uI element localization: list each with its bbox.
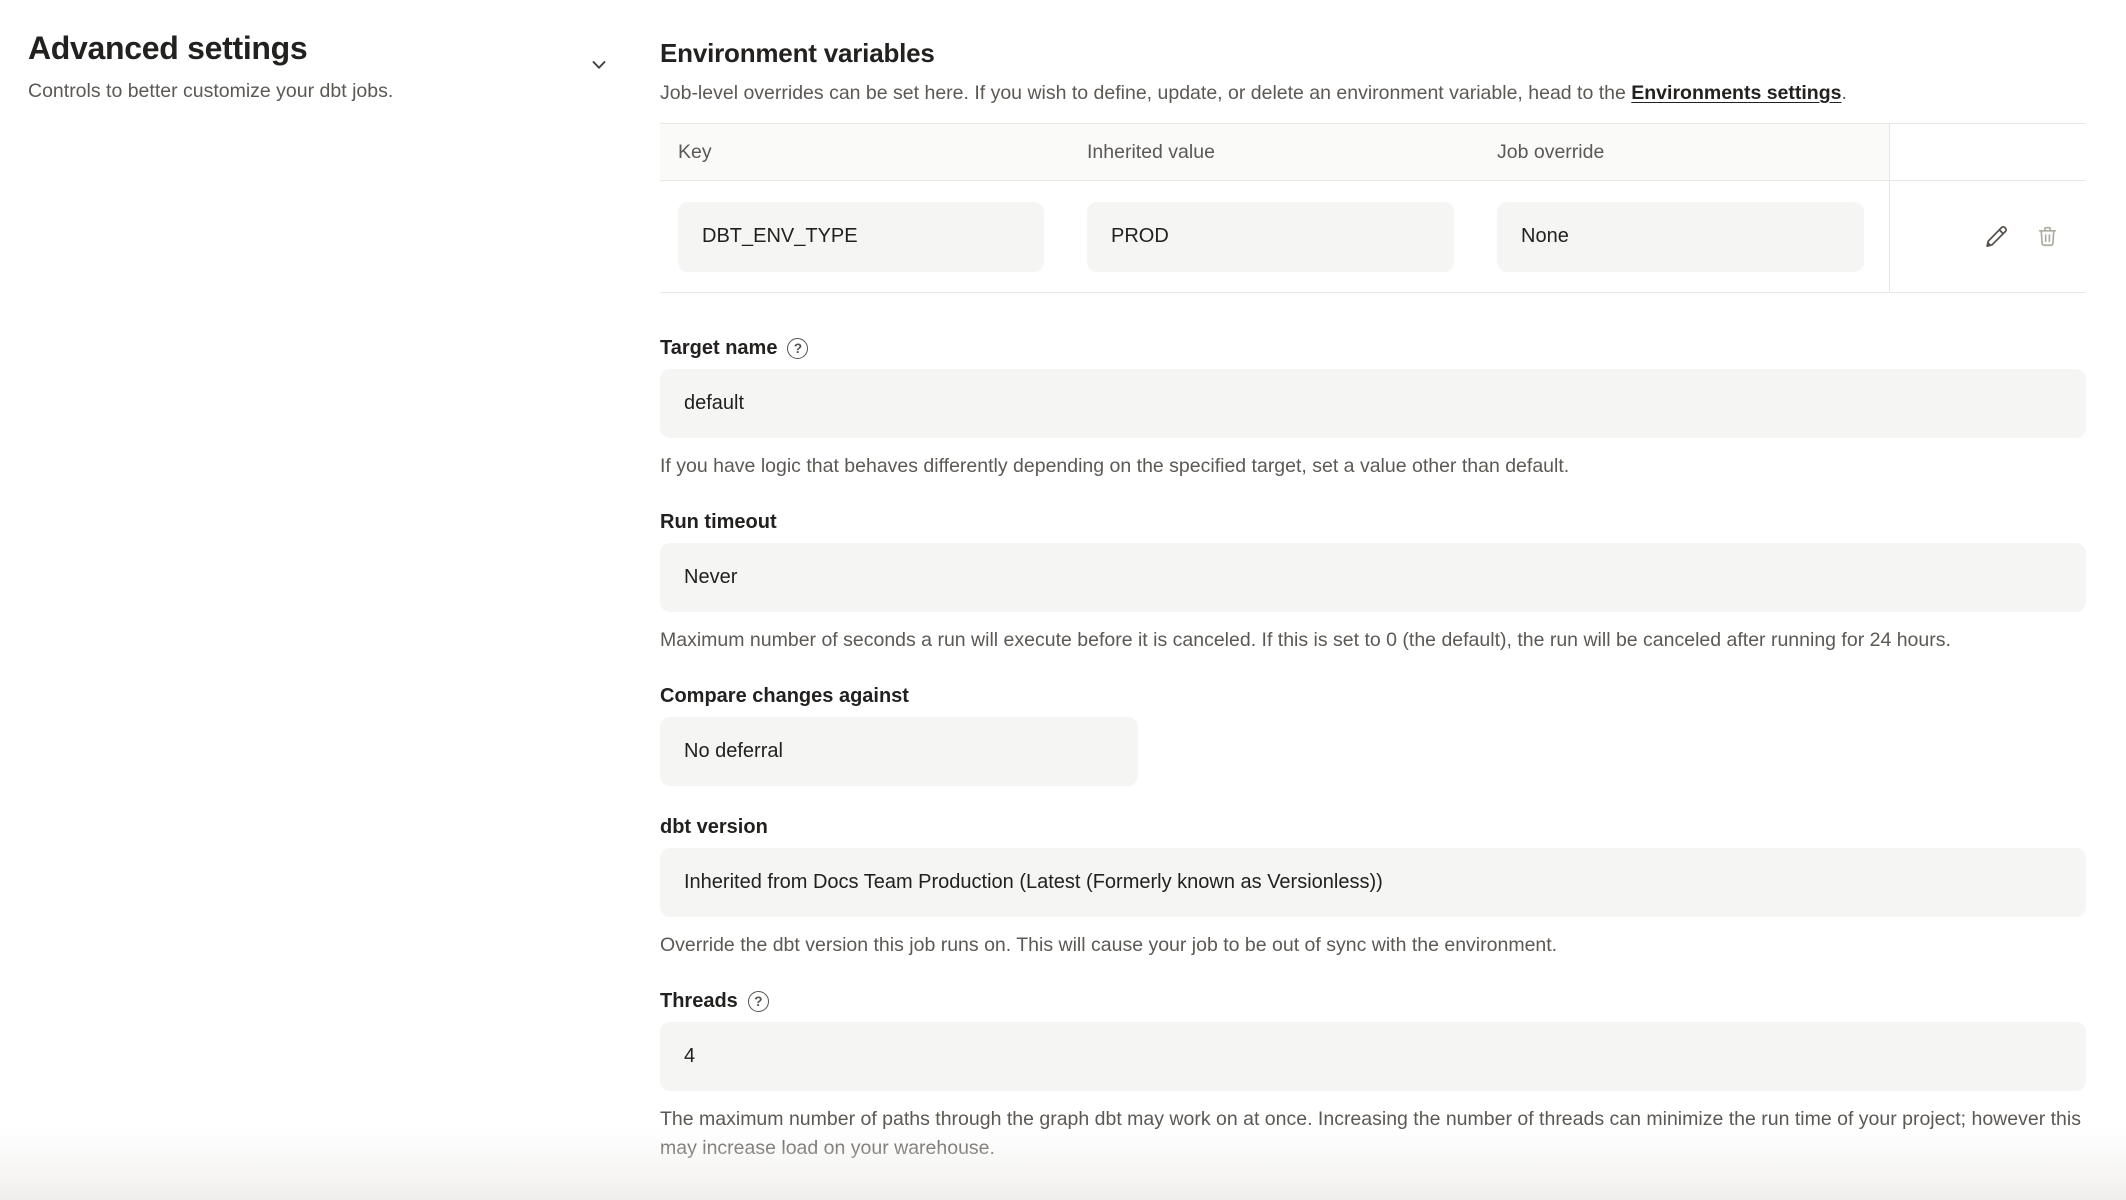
inherited-value-cell: PROD — [1069, 181, 1479, 292]
run-timeout-label: Run timeout — [660, 511, 777, 534]
column-header-key: Key — [660, 124, 1069, 180]
page-subtitle: Controls to better customize your dbt jo… — [28, 80, 660, 103]
environment-variables-heading: Environment variables — [660, 38, 2086, 69]
row-actions-cell — [1889, 181, 2086, 292]
threads-help-text: The maximum number of paths through the … — [660, 1105, 2086, 1163]
collapse-section-button[interactable] — [582, 48, 616, 82]
column-header-job-override: Job override — [1479, 124, 1889, 180]
compare-changes-label-row: Compare changes against — [660, 685, 2086, 708]
threads-field: Threads ? The maximum number of paths th… — [660, 990, 2086, 1163]
dbt-version-input[interactable] — [660, 848, 2086, 917]
delete-env-var-button[interactable] — [2035, 224, 2060, 249]
env-var-job-override-value: None — [1497, 202, 1864, 272]
compare-changes-field: Compare changes against — [660, 685, 2086, 786]
description-period: . — [1841, 82, 1846, 104]
environments-settings-link[interactable]: Environments settings — [1631, 82, 1841, 104]
env-var-key-value: DBT_ENV_TYPE — [678, 202, 1044, 272]
dbt-version-label-row: dbt version — [660, 816, 2086, 839]
pencil-icon — [1982, 223, 2010, 251]
trash-icon — [2035, 224, 2060, 249]
column-header-inherited-value: Inherited value — [1069, 124, 1479, 180]
run-timeout-field: Run timeout Maximum number of seconds a … — [660, 511, 2086, 655]
target-name-help-text: If you have logic that behaves different… — [660, 452, 2086, 481]
advanced-settings-page: Advanced settings Controls to better cus… — [0, 0, 2126, 1200]
target-name-label-row: Target name ? — [660, 337, 2086, 360]
page-title: Advanced settings — [28, 30, 660, 67]
target-name-input[interactable] — [660, 369, 2086, 438]
threads-label: Threads — [660, 990, 738, 1013]
table-header-row: Key Inherited value Job override — [660, 124, 2086, 180]
column-header-actions — [1889, 124, 2086, 180]
compare-changes-label: Compare changes against — [660, 685, 909, 708]
job-override-cell: None — [1479, 181, 1889, 292]
table-row: DBT_ENV_TYPE PROD None — [660, 180, 2086, 292]
run-timeout-label-row: Run timeout — [660, 511, 2086, 534]
environment-variables-description: Job-level overrides can be set here. If … — [660, 80, 2086, 106]
key-cell: DBT_ENV_TYPE — [660, 181, 1069, 292]
dbt-version-field: dbt version Override the dbt version thi… — [660, 816, 2086, 960]
env-var-inherited-value: PROD — [1087, 202, 1454, 272]
target-name-field: Target name ? If you have logic that beh… — [660, 337, 2086, 481]
dbt-version-help-text: Override the dbt version this job runs o… — [660, 931, 2086, 960]
compare-changes-input[interactable] — [660, 717, 1138, 786]
run-timeout-help-text: Maximum number of seconds a run will exe… — [660, 626, 2086, 655]
description-text: Job-level overrides can be set here. If … — [660, 82, 1631, 104]
target-name-label: Target name — [660, 337, 777, 360]
environment-variables-table: Key Inherited value Job override DBT_ENV… — [660, 123, 2086, 293]
edit-env-var-button[interactable] — [1982, 223, 2010, 251]
advanced-settings-content: Environment variables Job-level override… — [660, 0, 2126, 1200]
question-circle-icon[interactable]: ? — [787, 338, 808, 359]
threads-label-row: Threads ? — [660, 990, 2086, 1013]
environment-variables-section: Environment variables Job-level override… — [660, 38, 2086, 293]
threads-input[interactable] — [660, 1022, 2086, 1091]
chevron-down-icon — [588, 54, 610, 76]
run-timeout-input[interactable] — [660, 543, 2086, 612]
advanced-settings-header-pane: Advanced settings Controls to better cus… — [0, 0, 660, 1200]
dbt-version-label: dbt version — [660, 816, 768, 839]
question-circle-icon[interactable]: ? — [748, 991, 769, 1012]
